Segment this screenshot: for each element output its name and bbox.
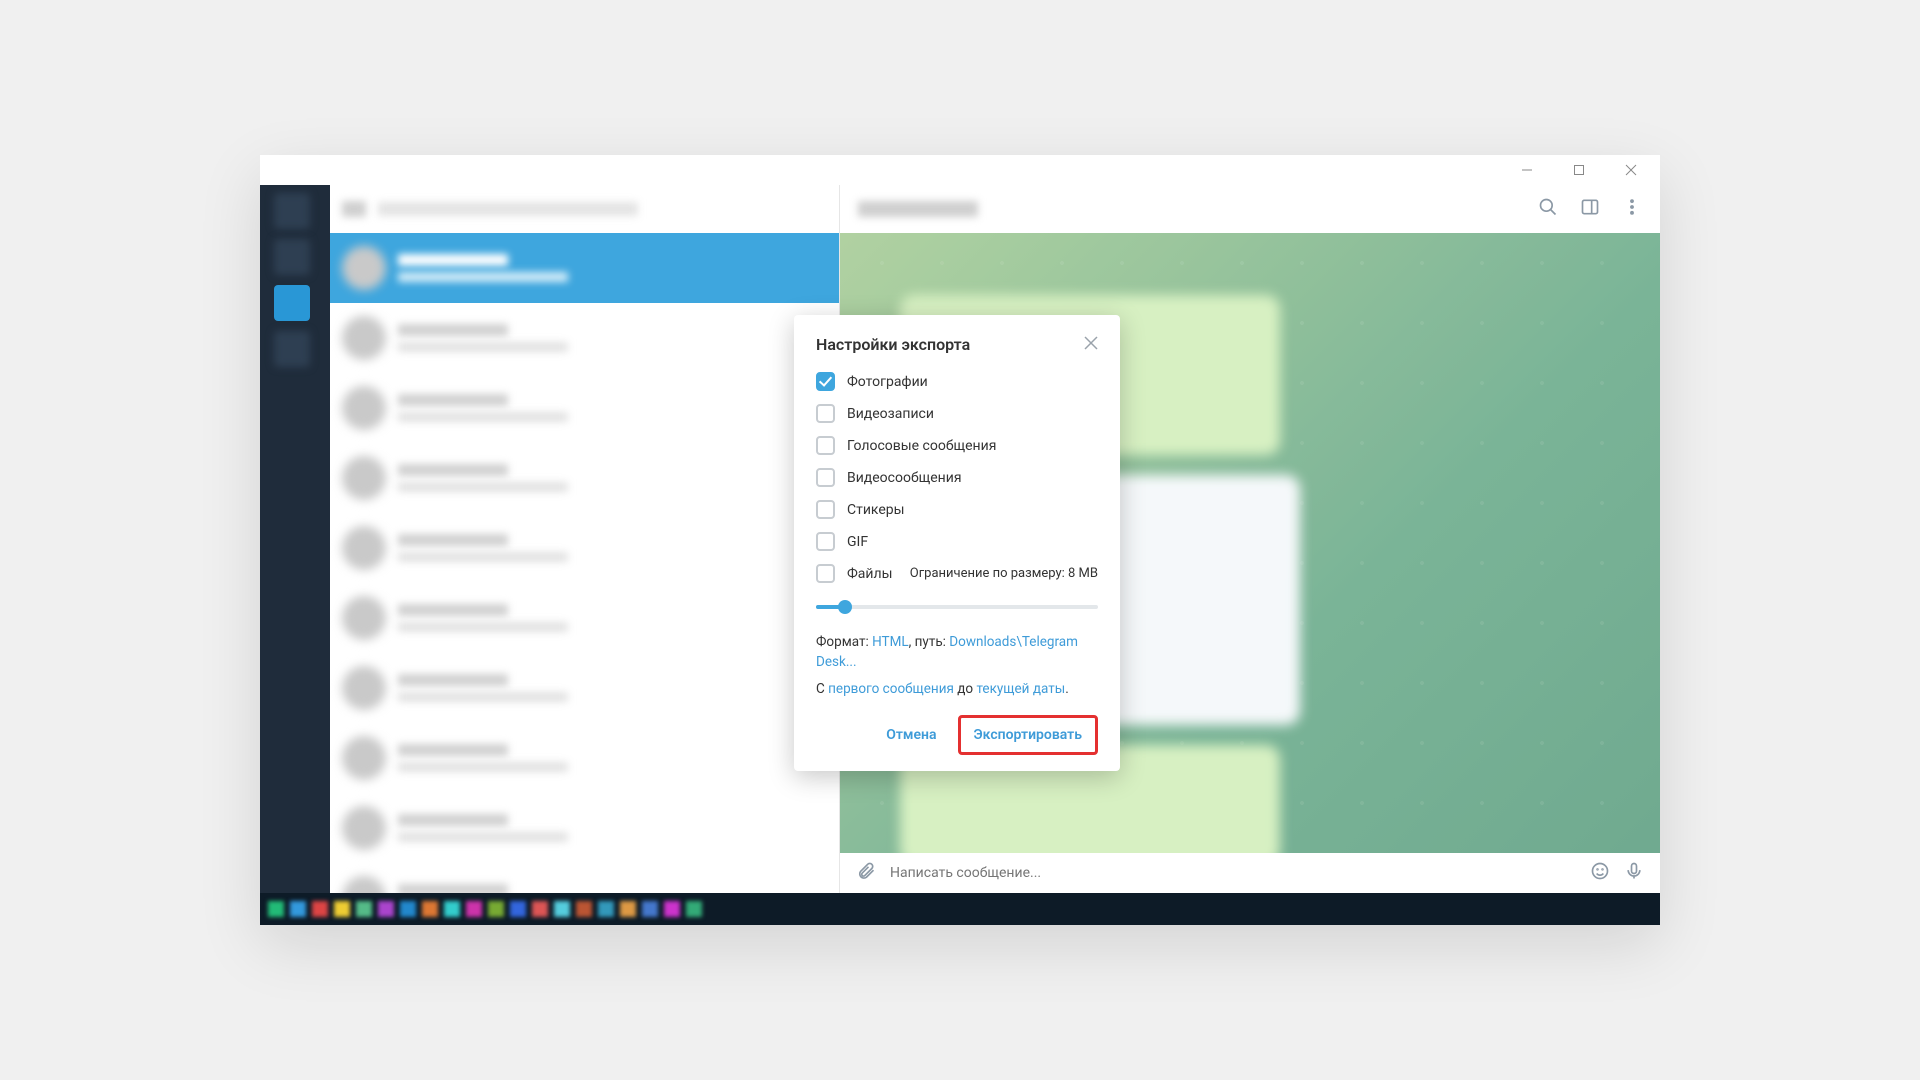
option-label: Видеосообщения xyxy=(847,470,962,486)
checkbox-icon[interactable] xyxy=(816,436,835,455)
checkbox-icon[interactable] xyxy=(816,404,835,423)
rail-item-active[interactable] xyxy=(274,285,310,321)
chat-item[interactable] xyxy=(330,443,839,513)
chat-item[interactable] xyxy=(330,653,839,723)
chat-list-header xyxy=(330,185,839,233)
attach-icon[interactable] xyxy=(856,861,876,885)
search-icon[interactable] xyxy=(1538,197,1558,221)
option-gif[interactable]: GIF xyxy=(816,532,1098,551)
chat-item[interactable] xyxy=(330,793,839,863)
option-label: Голосовые сообщения xyxy=(847,438,996,454)
range-line: С первого сообщения до текущей даты. xyxy=(816,679,1098,699)
chat-list xyxy=(330,185,840,893)
option-label: GIF xyxy=(847,534,868,550)
to-date-link[interactable]: текущей даты xyxy=(976,681,1065,697)
format-line: Формат: HTML, путь: Downloads\Telegram D… xyxy=(816,632,1098,673)
rail-item[interactable] xyxy=(274,239,310,275)
checkbox-icon[interactable] xyxy=(816,500,835,519)
app-window: Настройки экспорта Фотографии Видеозапис… xyxy=(260,155,1660,925)
rail-item[interactable] xyxy=(274,331,310,367)
chat-item-selected[interactable] xyxy=(330,233,839,303)
window-minimize-button[interactable] xyxy=(1504,156,1550,184)
export-settings-dialog: Настройки экспорта Фотографии Видеозапис… xyxy=(794,315,1120,771)
microphone-icon[interactable] xyxy=(1624,861,1644,885)
chat-item[interactable] xyxy=(330,373,839,443)
option-label: Файлы xyxy=(847,566,892,582)
checkbox-icon[interactable] xyxy=(816,372,835,391)
folders-rail xyxy=(260,185,330,893)
slider-thumb[interactable] xyxy=(838,600,852,614)
option-label: Фотографии xyxy=(847,374,928,390)
option-videomsg[interactable]: Видеосообщения xyxy=(816,468,1098,487)
chat-item[interactable] xyxy=(330,723,839,793)
sidepanel-icon[interactable] xyxy=(1580,197,1600,221)
conversation-header xyxy=(840,185,1660,233)
export-button[interactable]: Экспортировать xyxy=(958,715,1098,755)
option-label: Видеозаписи xyxy=(847,406,934,422)
avatar xyxy=(342,246,386,290)
chat-title xyxy=(858,201,978,217)
chat-item[interactable] xyxy=(330,583,839,653)
from-date-link[interactable]: первого сообщения xyxy=(828,681,954,697)
option-videos[interactable]: Видеозаписи xyxy=(816,404,1098,423)
message-input[interactable] xyxy=(890,865,1576,881)
chat-item[interactable] xyxy=(330,513,839,583)
dialog-title: Настройки экспорта xyxy=(816,335,970,354)
option-voice[interactable]: Голосовые сообщения xyxy=(816,436,1098,455)
cancel-button[interactable]: Отмена xyxy=(873,718,949,752)
close-icon[interactable] xyxy=(1084,335,1098,354)
option-files[interactable]: Файлы Ограничение по размеру: 8 MB xyxy=(816,564,1098,583)
checkbox-icon[interactable] xyxy=(816,532,835,551)
chat-item[interactable] xyxy=(330,303,839,373)
message-input-bar xyxy=(840,853,1660,893)
rail-item[interactable] xyxy=(274,193,310,229)
option-stickers[interactable]: Стикеры xyxy=(816,500,1098,519)
os-taskbar xyxy=(260,893,1660,925)
emoji-icon[interactable] xyxy=(1590,861,1610,885)
option-label: Стикеры xyxy=(847,502,905,518)
window-maximize-button[interactable] xyxy=(1556,156,1602,184)
window-titlebar xyxy=(260,155,1660,185)
size-slider[interactable] xyxy=(816,596,1098,618)
more-icon[interactable] xyxy=(1622,197,1642,221)
option-photos[interactable]: Фотографии xyxy=(816,372,1098,391)
checkbox-icon[interactable] xyxy=(816,564,835,583)
size-limit-label: Ограничение по размеру: 8 MB xyxy=(910,566,1098,581)
checkbox-icon[interactable] xyxy=(816,468,835,487)
format-link[interactable]: HTML xyxy=(872,634,909,650)
window-close-button[interactable] xyxy=(1608,156,1654,184)
